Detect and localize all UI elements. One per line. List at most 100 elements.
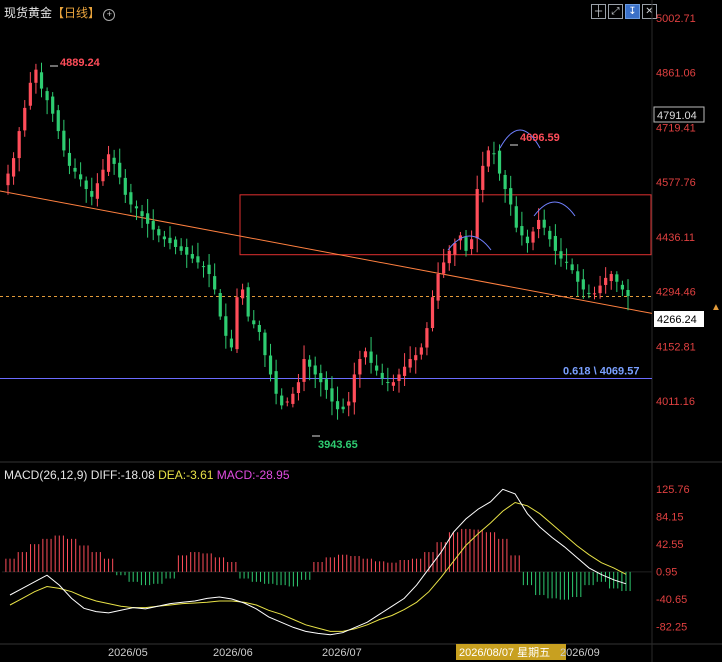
time-tick-label: 2026/05 [108, 647, 148, 659]
candle-body [553, 235, 557, 251]
candle-body [559, 251, 563, 259]
candle-body [118, 162, 122, 178]
candle-body [157, 229, 161, 236]
candle-body [626, 289, 630, 297]
candle-body [73, 167, 77, 172]
candle-body [45, 91, 49, 101]
candle-body [146, 213, 150, 224]
candle-body [123, 177, 127, 195]
candle-body [185, 247, 189, 255]
candle-body [397, 374, 401, 381]
candle-body [319, 373, 323, 383]
candle-body [598, 285, 602, 294]
chart-canvas[interactable]: 5002.71 4861.06 4719.41 4577.76 4436.11 4294.… [0, 0, 722, 662]
candle-body [369, 351, 373, 363]
candle-body [425, 328, 429, 348]
candle-body [436, 274, 440, 301]
candle-body [609, 274, 613, 282]
candle-body [101, 169, 105, 182]
fib-0618-label: 0.618 \ 4069.57 [563, 365, 639, 377]
candle-body [324, 379, 328, 390]
candle-body [268, 355, 273, 375]
candle-body [274, 371, 278, 394]
price-tick-label: 4436.11 [656, 232, 695, 244]
candle-body [587, 292, 591, 294]
visible-high-label: 4791.04 [657, 110, 697, 122]
candle-body [581, 279, 585, 290]
candle-body [492, 153, 496, 155]
candle-body [151, 221, 155, 230]
candle-body [79, 174, 83, 180]
candle-body [246, 287, 250, 317]
candle-body [240, 289, 245, 299]
candle-body [173, 239, 178, 247]
peak-label: 4696.59 [520, 132, 560, 144]
candle-body [296, 382, 301, 394]
price-tick-label: 5002.71 [656, 13, 696, 25]
candle-body [280, 395, 284, 406]
candle-body [402, 366, 407, 376]
candle-body [56, 110, 60, 132]
candle-body [252, 320, 256, 325]
candle-body [520, 226, 524, 236]
candle-body [106, 154, 111, 172]
candle-body [112, 157, 116, 164]
candle-body [525, 236, 530, 244]
candle-body [358, 359, 362, 375]
current-price-label: 4266.24 [657, 314, 697, 326]
candle-body [481, 165, 485, 190]
candle-body [531, 231, 535, 243]
time-tick-label: 2026/09 [560, 647, 600, 659]
candle-body [28, 82, 32, 106]
macd-tick-label: 42.55 [656, 539, 684, 551]
candle-body [162, 236, 166, 240]
candle-body [84, 180, 88, 190]
cursor-date-label: 2026/08/07 星期五 [459, 646, 550, 659]
candle-body [190, 254, 194, 259]
candle-body [537, 219, 541, 230]
candle-body [207, 264, 211, 275]
price-tick-label: 4294.46 [656, 287, 696, 299]
right-shoulder-arc [533, 201, 576, 217]
candle-body [6, 173, 10, 186]
candle-body [39, 72, 44, 89]
candle-body [570, 264, 574, 271]
macd-tick-label: 84.15 [656, 511, 684, 523]
candle-body [408, 359, 412, 368]
candle-body [604, 277, 608, 285]
candle-body [542, 219, 546, 228]
candle-body [308, 359, 312, 367]
candle-body [229, 338, 234, 348]
candle-body [201, 266, 206, 268]
resistance-box [239, 194, 652, 256]
price-tick-label: 4011.16 [656, 396, 695, 408]
candle-body [129, 192, 133, 205]
candle-body [475, 189, 479, 239]
candle-body [168, 237, 172, 244]
candle-body [302, 359, 306, 382]
candle-body [17, 131, 21, 159]
candle-body [235, 297, 239, 350]
candle-body [386, 382, 390, 384]
macd-tick-label: -82.25 [656, 621, 687, 633]
candle-body [34, 69, 38, 83]
candle-body [419, 347, 423, 355]
candle-body [497, 150, 502, 174]
candle-body [503, 174, 507, 190]
candle-body [442, 262, 446, 274]
high-label: 4889.24 [60, 57, 101, 69]
candle-body [95, 183, 99, 199]
candle-body [509, 188, 513, 205]
candle-body [335, 401, 340, 410]
candle-body [23, 107, 27, 131]
candle-body [464, 237, 468, 251]
time-tick-label: 2026/07 [322, 647, 362, 659]
candle-body [470, 239, 474, 250]
candle-body [414, 355, 418, 361]
candle-body [592, 293, 597, 295]
candle-body [285, 401, 289, 403]
candle-body [257, 324, 261, 332]
candle-body [224, 316, 228, 336]
candle-body [213, 276, 217, 290]
macd-tick-label: 125.76 [656, 484, 690, 496]
